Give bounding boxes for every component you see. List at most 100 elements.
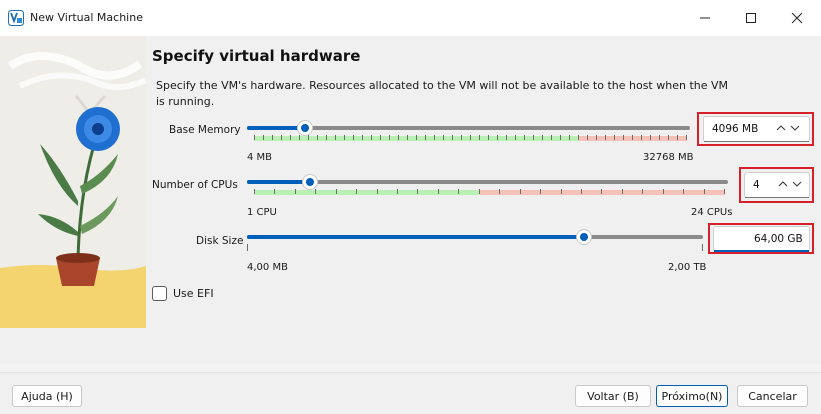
disk-size-min: 4,00 MB — [247, 262, 288, 273]
wizard-content: Specify virtual hardware Specify the VM'… — [0, 36, 821, 364]
memory-tick-marks — [254, 135, 687, 144]
tick-mark — [371, 135, 372, 140]
next-button[interactable]: Próximo(N) — [656, 385, 728, 407]
tick-mark — [356, 189, 357, 194]
tick-mark — [254, 189, 255, 194]
tick-mark — [389, 135, 390, 140]
tick-mark — [632, 135, 633, 140]
virtualbox-app-icon — [8, 10, 24, 26]
use-efi-label[interactable]: Use EFI — [173, 287, 214, 300]
highlight-box-memory — [697, 112, 814, 146]
page-heading: Specify virtual hardware — [152, 47, 361, 65]
tick-mark — [551, 135, 552, 140]
tick-mark — [641, 135, 642, 140]
tick-mark — [417, 189, 418, 194]
maximize-button[interactable] — [728, 0, 774, 36]
tick-mark — [499, 189, 500, 194]
tick-mark — [458, 189, 459, 194]
tick-mark — [686, 135, 687, 140]
slider-fill — [247, 180, 310, 184]
slider-thumb[interactable] — [297, 120, 313, 136]
tick-mark — [407, 135, 408, 140]
tick-mark — [308, 135, 309, 140]
tick-mark — [642, 189, 643, 194]
tick-mark — [524, 135, 525, 140]
disk-size-max: 2,00 TB — [668, 262, 707, 273]
back-button[interactable]: Voltar (B) — [575, 385, 651, 407]
tick-mark — [398, 135, 399, 140]
slider-track — [247, 180, 728, 184]
tick-mark — [561, 189, 562, 194]
tick-mark — [344, 135, 345, 140]
tick-mark — [290, 135, 291, 140]
cancel-button[interactable]: Cancelar — [737, 385, 808, 407]
tick-mark — [581, 189, 582, 194]
tick-mark — [263, 135, 264, 140]
tick-mark — [479, 135, 480, 140]
wizard-illustration — [0, 36, 146, 328]
slider-thumb[interactable] — [302, 174, 318, 190]
tick-mark — [479, 189, 480, 194]
slider-fill — [247, 235, 584, 239]
tick-mark — [295, 189, 296, 194]
tick-mark — [497, 135, 498, 140]
tick-mark — [683, 189, 684, 194]
tick-mark — [443, 135, 444, 140]
tick-mark — [515, 135, 516, 140]
base-memory-max: 32768 MB — [643, 152, 694, 163]
tick-mark — [533, 135, 534, 140]
tick-mark — [353, 135, 354, 140]
tick-mark — [452, 135, 453, 140]
slider-track — [247, 126, 690, 130]
help-button[interactable]: Ajuda (H) — [12, 385, 82, 407]
slider-thumb[interactable] — [576, 229, 592, 245]
tick-mark — [380, 135, 381, 140]
tick-mark — [596, 135, 597, 140]
highlight-box-cpu — [739, 167, 814, 203]
tick-mark — [668, 135, 669, 140]
tick-mark — [663, 189, 664, 194]
tick-mark — [587, 135, 588, 140]
cpu-count-max: 24 CPUs — [691, 207, 733, 218]
tick-mark — [659, 135, 660, 140]
tick-mark — [247, 244, 248, 251]
tick-mark — [569, 135, 570, 140]
tick-mark — [601, 189, 602, 194]
use-efi-checkbox[interactable] — [152, 286, 167, 301]
tick-mark — [560, 135, 561, 140]
disk-size-label: Disk Size — [196, 235, 244, 247]
tick-mark — [520, 189, 521, 194]
flower-pot-illustration — [0, 36, 146, 328]
base-memory-label: Base Memory — [169, 124, 241, 136]
tick-mark — [299, 135, 300, 140]
tick-mark — [704, 189, 705, 194]
tick-mark — [488, 135, 489, 140]
minimize-button[interactable] — [682, 0, 728, 36]
tick-mark — [578, 135, 579, 140]
tick-mark — [397, 189, 398, 194]
tick-mark — [623, 135, 624, 140]
tick-mark — [281, 135, 282, 140]
tick-mark — [274, 189, 275, 194]
tick-mark — [336, 189, 337, 194]
minimize-icon — [700, 17, 710, 19]
maximize-icon — [746, 13, 756, 23]
tick-mark — [677, 135, 678, 140]
close-icon — [791, 12, 803, 24]
page-description: Specify the VM's hardware. Resources all… — [156, 79, 729, 108]
tick-mark — [605, 135, 606, 140]
cpu-tick-marks — [254, 189, 725, 198]
highlight-box-disk — [708, 223, 814, 254]
tick-mark — [650, 135, 651, 140]
tick-mark — [272, 135, 273, 140]
tick-mark — [622, 189, 623, 194]
cpu-count-min: 1 CPU — [247, 207, 277, 218]
tick-mark — [434, 135, 435, 140]
disk-tick-marks — [247, 244, 703, 253]
tick-mark — [377, 189, 378, 194]
tick-mark — [326, 135, 327, 140]
close-button[interactable] — [774, 0, 820, 36]
tick-mark — [702, 244, 703, 251]
tick-mark — [315, 189, 316, 194]
tick-mark — [425, 135, 426, 140]
